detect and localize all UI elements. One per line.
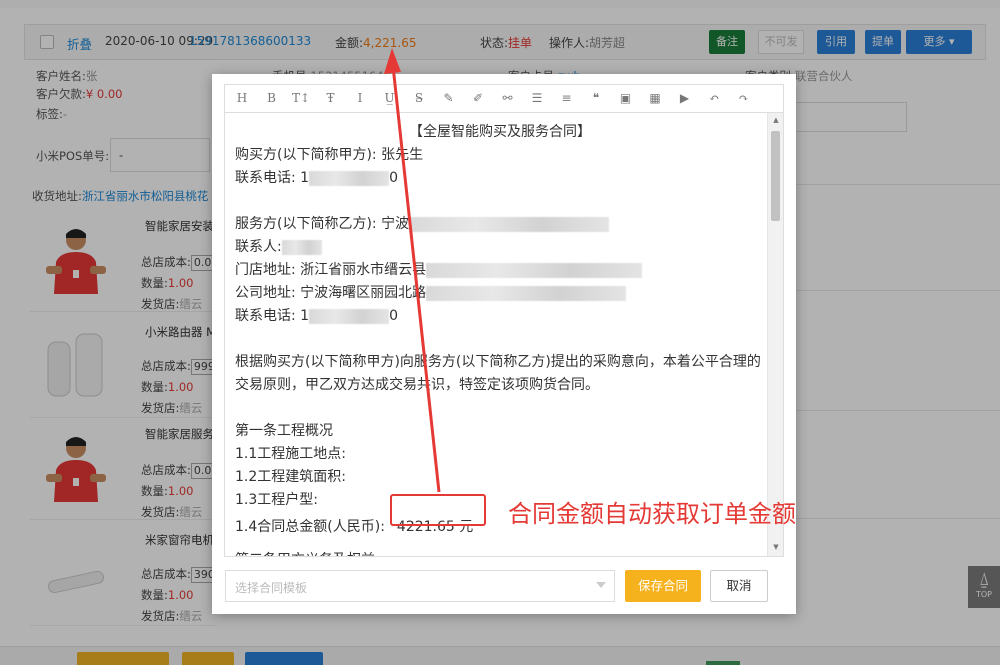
scroll-up-icon[interactable]: ▲ — [771, 116, 781, 126]
redacted-block — [281, 239, 322, 255]
annotation-text: 合同金额自动获取订单金额 — [508, 500, 796, 528]
editor-toolbar: H B T↕ Ŧ I U̲ S̶ ✎ ✐ ⚯ ☰ ≡ ❝ ▣ ▦ ▶ ↶ ↷ — [224, 84, 784, 112]
buyer-line: 购买方(以下简称甲方): 张先生 — [235, 147, 424, 163]
table-icon[interactable]: ▦ — [646, 89, 664, 107]
strikethrough-icon[interactable]: S̶ — [410, 89, 428, 107]
preamble: 根据购买方(以下简称甲方)向服务方(以下简称乙方)提出的采购意向，本着公平合理的… — [235, 354, 761, 393]
buyer-phone-line: 联系电话: 10 — [235, 170, 398, 186]
video-icon[interactable]: ▶ — [676, 89, 694, 107]
quote-icon[interactable]: ❝ — [587, 89, 605, 107]
amount-highlight-box — [390, 494, 486, 526]
company-address-line: 公司地址: 宁波海曙区丽园北路 — [235, 282, 765, 305]
cancel-button[interactable]: 取消 — [710, 570, 768, 602]
redacted-block — [309, 170, 390, 186]
underline-icon[interactable]: U̲ — [381, 89, 399, 107]
eraser-icon[interactable]: ✎ — [440, 89, 458, 107]
section-2-heading: 第二条甲方义务及权益 — [235, 549, 765, 556]
list-icon[interactable]: ☰ — [528, 89, 546, 107]
font-icon[interactable]: Ŧ — [322, 89, 340, 107]
chevron-down-icon — [596, 582, 606, 588]
contract-editor[interactable]: 【全屋智能购买及服务合同】 购买方(以下简称甲方): 张先生 联系电话: 10 … — [224, 112, 784, 557]
heading-icon[interactable]: H — [233, 89, 251, 107]
seller-phone-line: 联系电话: 10 — [235, 308, 398, 324]
save-contract-button[interactable]: 保存合同 — [625, 570, 701, 602]
redacted-block — [309, 308, 390, 324]
text-size-icon[interactable]: T↕ — [292, 89, 310, 107]
image-icon[interactable]: ▣ — [617, 89, 635, 107]
contact-line: 联系人: — [235, 236, 765, 259]
editor-scrollbar[interactable]: ▲ ▼ — [767, 113, 783, 556]
seller-line: 服务方(以下简称乙方): 宁波 — [235, 213, 765, 236]
item-1-2: 1.2工程建筑面积: — [235, 469, 346, 485]
contract-title: 【全屋智能购买及服务合同】 — [409, 124, 591, 140]
contract-content[interactable]: 【全屋智能购买及服务合同】 购买方(以下简称甲方): 张先生 联系电话: 10 … — [235, 121, 765, 556]
undo-icon[interactable]: ↶ — [705, 89, 723, 107]
redacted-block — [426, 262, 643, 278]
store-address-line: 门店地址: 浙江省丽水市缙云县 — [235, 259, 765, 282]
link-icon[interactable]: ⚯ — [499, 89, 517, 107]
scrollbar-thumb[interactable] — [771, 131, 780, 221]
align-icon[interactable]: ≡ — [558, 89, 576, 107]
italic-icon[interactable]: I — [351, 89, 369, 107]
redacted-block — [409, 216, 610, 232]
redo-icon[interactable]: ↷ — [735, 89, 753, 107]
contract-template-select[interactable]: 选择合同模板 — [225, 570, 615, 602]
brush-icon[interactable]: ✐ — [469, 89, 487, 107]
scroll-down-icon[interactable]: ▼ — [771, 543, 781, 553]
item-1-1: 1.1工程施工地点: — [235, 446, 346, 462]
section-1-heading: 第一条工程概况 — [235, 423, 333, 439]
contract-editor-modal: H B T↕ Ŧ I U̲ S̶ ✎ ✐ ⚯ ☰ ≡ ❝ ▣ ▦ ▶ ↶ ↷ 【全屋智能购买及服务合同】 购买方(… — [212, 74, 796, 614]
redacted-block — [426, 285, 627, 301]
bold-icon[interactable]: B — [263, 89, 281, 107]
